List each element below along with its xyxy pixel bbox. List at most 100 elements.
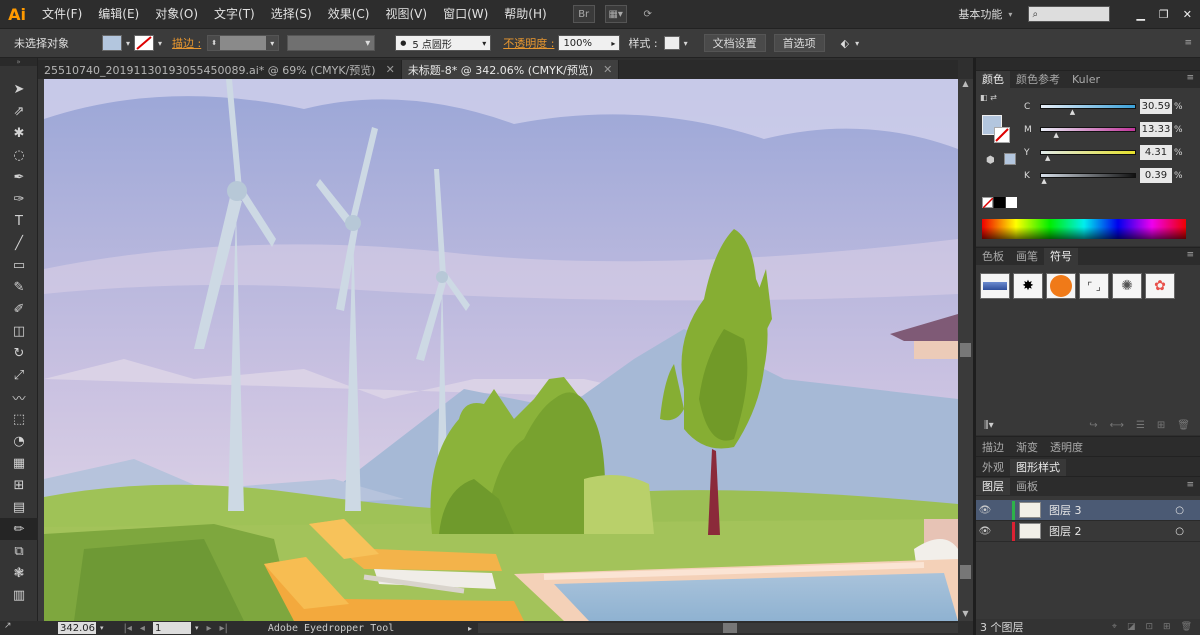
- slider-handle[interactable]: ▲: [1045, 154, 1050, 162]
- stroke-label[interactable]: 描边 :: [172, 35, 201, 51]
- menu-item-1[interactable]: 编辑(E): [90, 0, 147, 28]
- target-icon[interactable]: ○: [1175, 505, 1184, 516]
- black-swatch[interactable]: [994, 197, 1005, 208]
- pen-tool-icon[interactable]: ✒: [0, 166, 38, 188]
- line-tool-icon[interactable]: ╱: [0, 232, 38, 254]
- menu-item-6[interactable]: 视图(V): [377, 0, 435, 28]
- opacity-input[interactable]: 100% ▸: [558, 35, 621, 51]
- visibility-icon[interactable]: 👁: [976, 505, 994, 516]
- sync-icon[interactable]: ⟳: [637, 5, 659, 23]
- none-color-swatch[interactable]: [982, 197, 994, 209]
- curvature-tool-icon[interactable]: ✑: [0, 188, 38, 210]
- symbol-sprayer-tool-icon[interactable]: ❃: [0, 562, 38, 584]
- panel-tab-2[interactable]: 符号: [1044, 248, 1078, 265]
- delete-icon[interactable]: 🗑: [1177, 420, 1190, 431]
- eyedropper-tool-icon[interactable]: ✏: [0, 518, 38, 540]
- channel-value[interactable]: 4.31: [1140, 145, 1172, 160]
- ink-splat-symbol[interactable]: ✸: [1013, 273, 1043, 299]
- blend-tool-icon[interactable]: ⧉: [0, 540, 38, 562]
- locate-object-icon[interactable]: ⌖: [1112, 622, 1117, 632]
- visibility-icon[interactable]: 👁: [976, 526, 994, 537]
- chevron-down-icon[interactable]: ▾: [855, 39, 859, 48]
- frame-symbol[interactable]: ⌜ ⌟: [1079, 273, 1109, 299]
- slider-handle[interactable]: ▲: [1041, 177, 1046, 185]
- search-input[interactable]: ⌕: [1028, 6, 1111, 22]
- close-tab-icon[interactable]: ✕: [603, 63, 612, 76]
- restore-icon[interactable]: ❐: [1159, 8, 1169, 21]
- panel-tab-0[interactable]: 色板: [976, 248, 1010, 265]
- chevron-down-icon[interactable]: ▾: [158, 39, 162, 48]
- next-page-icon[interactable]: ▸: [206, 623, 211, 634]
- direct-selection-tool-icon[interactable]: ⇗: [0, 100, 38, 122]
- chevron-down-icon[interactable]: ▾: [100, 624, 104, 632]
- menu-item-8[interactable]: 帮助(H): [496, 0, 554, 28]
- close-icon[interactable]: ✕: [1183, 8, 1192, 21]
- first-page-icon[interactable]: |◂: [124, 623, 132, 634]
- white-swatch[interactable]: [1006, 197, 1017, 208]
- panel-tab-1[interactable]: 画板: [1010, 478, 1044, 495]
- panel-menu-icon[interactable]: ≡: [1184, 38, 1192, 48]
- tools-panel-grip[interactable]: »: [0, 58, 37, 66]
- scroll-up-icon[interactable]: ▲: [958, 79, 973, 91]
- artboard-rotate-icon[interactable]: ↗: [0, 621, 38, 635]
- perspective-tool-icon[interactable]: ▦: [0, 452, 38, 474]
- opacity-label[interactable]: 不透明度 :: [503, 35, 554, 51]
- horizontal-scrollbar-thumb[interactable]: [723, 623, 737, 633]
- page-field[interactable]: 1: [152, 622, 191, 634]
- panel-tab-2[interactable]: 透明度: [1044, 439, 1089, 456]
- document-setup-button[interactable]: 文档设置: [703, 34, 766, 52]
- artboard-canvas[interactable]: [44, 79, 958, 621]
- slider-handle[interactable]: ▲: [1070, 108, 1075, 116]
- gradient-tool-icon[interactable]: ▤: [0, 496, 38, 518]
- scroll-down-icon[interactable]: ▼: [958, 609, 973, 621]
- shape-builder-tool-icon[interactable]: ◔: [0, 430, 38, 452]
- layer-name[interactable]: 图层 2: [1049, 523, 1082, 539]
- new-sublayer-icon[interactable]: ⊡: [1145, 622, 1153, 632]
- variable-width-profile[interactable]: ▾: [287, 35, 376, 51]
- channel-slider[interactable]: ▲: [1040, 150, 1136, 162]
- new-layer-icon[interactable]: ⊞: [1163, 622, 1171, 632]
- chevron-down-icon[interactable]: ▾: [126, 39, 130, 48]
- menu-item-7[interactable]: 窗口(W): [435, 0, 496, 28]
- pencil-tool-icon[interactable]: ✐: [0, 298, 38, 320]
- new-symbol-icon[interactable]: ⊞: [1157, 420, 1165, 431]
- menu-item-3[interactable]: 文字(T): [206, 0, 263, 28]
- target-icon[interactable]: ○: [1175, 526, 1184, 537]
- lasso-tool-icon[interactable]: ◌: [0, 144, 38, 166]
- rotate-tool-icon[interactable]: ↻: [0, 342, 38, 364]
- type-tool-icon[interactable]: T: [0, 210, 38, 232]
- symbol-library-icon[interactable]: ⫼▾: [984, 420, 994, 431]
- menu-item-5[interactable]: 效果(C): [320, 0, 378, 28]
- scrollbar-thumb[interactable]: [960, 343, 971, 357]
- eraser-tool-icon[interactable]: ◫: [0, 320, 38, 342]
- delete-layer-icon[interactable]: 🗑: [1181, 622, 1192, 632]
- close-tab-icon[interactable]: ✕: [386, 63, 395, 76]
- ring-symbol[interactable]: ✺: [1112, 273, 1142, 299]
- channel-value[interactable]: 0.39: [1140, 168, 1172, 183]
- channel-slider[interactable]: ▲: [1040, 173, 1136, 185]
- preferences-button[interactable]: 首选项: [773, 34, 825, 52]
- rectangle-tool-icon[interactable]: ▭: [0, 254, 38, 276]
- channel-slider[interactable]: ▲: [1040, 104, 1136, 116]
- layer-row[interactable]: 👁 图层 2 ○: [976, 521, 1200, 542]
- workspace-switcher[interactable]: 基本功能: [958, 6, 1002, 22]
- channel-value[interactable]: 13.33: [1140, 122, 1172, 137]
- free-transform-tool-icon[interactable]: ⬚: [0, 408, 38, 430]
- blue-banner-symbol[interactable]: [980, 273, 1010, 299]
- orange-button-symbol[interactable]: [1046, 273, 1076, 299]
- panel-tab-0[interactable]: 图层: [976, 478, 1010, 495]
- channel-value[interactable]: 30.59: [1140, 99, 1172, 114]
- layer-name[interactable]: 图层 3: [1049, 502, 1082, 518]
- brush-definition[interactable]: ● 5 点圆形 ▾: [395, 35, 492, 51]
- vertical-scrollbar[interactable]: ▲ ▼: [958, 79, 973, 621]
- last-page-icon[interactable]: ▸|: [219, 623, 227, 634]
- minimize-icon[interactable]: ▁: [1136, 8, 1144, 21]
- scale-tool-icon[interactable]: ⤢: [0, 364, 38, 386]
- stroke-swatch[interactable]: [134, 35, 155, 51]
- panel-tab-0[interactable]: 颜色: [976, 71, 1010, 88]
- panel-tab-1[interactable]: 图形样式: [1010, 458, 1066, 476]
- symbol-options-icon[interactable]: ☰: [1136, 420, 1145, 431]
- channel-slider[interactable]: ▲: [1040, 127, 1136, 139]
- color-spectrum[interactable]: [982, 219, 1186, 239]
- clipping-mask-icon[interactable]: ◪: [1127, 622, 1136, 632]
